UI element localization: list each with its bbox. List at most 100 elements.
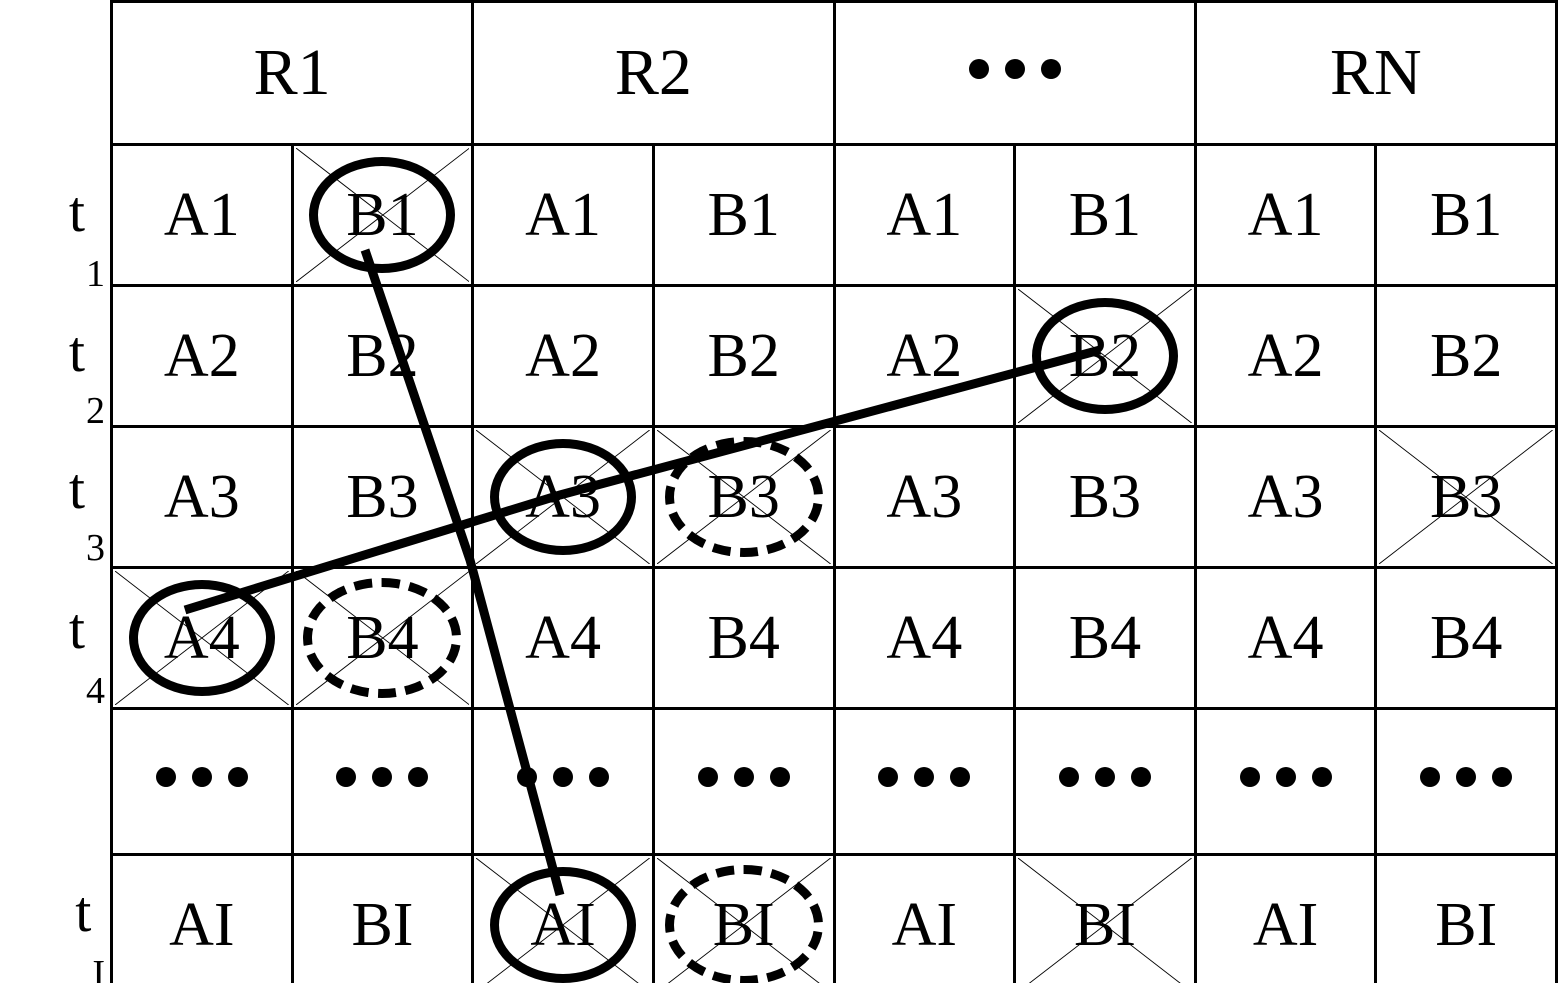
grid-cell-t1-c7[interactable]: A1: [1193, 143, 1378, 287]
cell-label: B4: [346, 604, 419, 672]
cell-label: AI: [169, 891, 235, 959]
cell-label: A3: [525, 463, 601, 531]
grid-cell-t4-c3[interactable]: A4: [471, 566, 655, 710]
grid-cell-tI-c4[interactable]: BI: [651, 853, 836, 983]
cell-label: A2: [886, 322, 963, 390]
grid-cell-tI-c6[interactable]: BI: [1013, 853, 1197, 983]
grid-cell-ellipsis-c8[interactable]: [1374, 707, 1558, 856]
row-label-tI: tI: [0, 840, 105, 983]
grid-cell-t1-c6[interactable]: B1: [1013, 143, 1197, 287]
cell-label: B3: [346, 463, 419, 531]
grid-cell-t1-c8[interactable]: B1: [1374, 143, 1558, 287]
ellipsis-dots: [690, 741, 798, 803]
column-group-header-R2: R2: [471, 0, 836, 146]
cell-label: B4: [1430, 604, 1503, 672]
cell-label: A1: [525, 181, 601, 249]
cell-label: B2: [707, 322, 780, 390]
figure-canvas: t1t2t3t4tI R1 R2 RN A1 B1 A1 B1 A1 B1 A1 B1 A2 B2 A2 B…: [0, 0, 1558, 983]
column-group-header-ellipsis: [832, 0, 1197, 146]
cell-label: B2: [1068, 322, 1142, 390]
grid-cell-t3-c7[interactable]: A3: [1193, 425, 1378, 569]
header-label: RN: [1330, 36, 1422, 109]
grid-cell-t2-c2[interactable]: B2: [290, 284, 475, 428]
grid-cell-t4-c7[interactable]: A4: [1193, 566, 1378, 710]
grid-cell-t1-c1[interactable]: A1: [110, 143, 294, 287]
header-row: R1 R2 RN: [109, 0, 1558, 146]
ellipsis-dots: [961, 32, 1069, 94]
cell-label: AI: [891, 891, 958, 959]
row-label-t3: t3: [0, 420, 105, 567]
grid-cell-tI-c5[interactable]: AI: [832, 853, 1017, 983]
grid-cell-tI-c3[interactable]: AI: [471, 853, 655, 983]
row-label-base: t: [68, 455, 85, 521]
cell-label: A4: [886, 604, 963, 672]
cell-label: AI: [1252, 891, 1319, 959]
grid-cell-ellipsis-c3[interactable]: [471, 707, 655, 856]
table-row: [110, 707, 1558, 856]
ellipsis-dots: [1412, 741, 1520, 803]
cell-label: B1: [1430, 181, 1503, 249]
header-label: R2: [614, 36, 692, 109]
column-group-header-R1: R1: [109, 0, 475, 146]
table-row: A2 B2 A2 B2 A2 B2 A2 B2: [110, 284, 1558, 428]
cell-label: BI: [1435, 891, 1498, 959]
grid-cell-t1-c4[interactable]: B1: [651, 143, 836, 287]
grid-cell-t3-c4[interactable]: B3: [651, 425, 836, 569]
cell-label: A1: [163, 181, 240, 249]
grid-cell-t4-c1[interactable]: A4: [110, 566, 294, 710]
grid-cell-t4-c6[interactable]: B4: [1013, 566, 1197, 710]
grid-cell-t3-c6[interactable]: B3: [1013, 425, 1197, 569]
grid-cell-t4-c5[interactable]: A4: [832, 566, 1017, 710]
ellipsis-dots: [509, 741, 617, 803]
header-label: R1: [253, 36, 331, 109]
cell-label: B3: [707, 463, 780, 531]
cell-label: B4: [707, 604, 780, 672]
row-label-t4: t4: [0, 557, 105, 710]
grid-cell-t4-c8[interactable]: B4: [1374, 566, 1558, 710]
grid-cell-t2-c3[interactable]: A2: [471, 284, 655, 428]
grid-cell-ellipsis-c6[interactable]: [1013, 707, 1197, 856]
grid-cell-t1-c5[interactable]: A1: [832, 143, 1017, 287]
grid-cell-t3-c2[interactable]: B3: [290, 425, 475, 569]
cell-label: A1: [1247, 181, 1324, 249]
grid-cell-t2-c5[interactable]: A2: [832, 284, 1017, 428]
grid-cell-t1-c3[interactable]: A1: [471, 143, 655, 287]
grid-cell-tI-c7[interactable]: AI: [1193, 853, 1378, 983]
table-row: A1 B1 A1 B1 A1 B1 A1 B1: [110, 143, 1558, 287]
cell-label: BI: [712, 891, 775, 959]
grid-cell-t2-c1[interactable]: A2: [110, 284, 294, 428]
cell-label: A1: [886, 181, 963, 249]
row-label-base: t: [68, 178, 85, 244]
grid-cell-t4-c2[interactable]: B4: [290, 566, 475, 710]
grid-cell-ellipsis-c7[interactable]: [1193, 707, 1378, 856]
cell-label: A3: [886, 463, 963, 531]
grid-cell-tI-c8[interactable]: BI: [1374, 853, 1558, 983]
grid-cell-t3-c1[interactable]: A3: [110, 425, 294, 569]
grid-cell-tI-c1[interactable]: AI: [110, 853, 294, 983]
cell-label: B4: [1068, 604, 1142, 672]
grid-cell-t2-c8[interactable]: B2: [1374, 284, 1558, 428]
grid-cell-ellipsis-c4[interactable]: [651, 707, 836, 856]
cell-label: B1: [1068, 181, 1142, 249]
grid-cell-t2-c7[interactable]: A2: [1193, 284, 1378, 428]
grid-cell-t3-c5[interactable]: A3: [832, 425, 1017, 569]
cell-label: B3: [1068, 463, 1142, 531]
grid-cell-t4-c4[interactable]: B4: [651, 566, 836, 710]
ellipsis-dots: [148, 741, 256, 803]
grid-cell-t3-c8[interactable]: B3: [1374, 425, 1558, 569]
grid-cell-ellipsis-c2[interactable]: [290, 707, 475, 856]
row-label-t2: t2: [0, 283, 105, 430]
cell-label: A2: [1247, 322, 1324, 390]
grid-cell-ellipsis-c5[interactable]: [832, 707, 1017, 856]
column-group-header-RN: RN: [1193, 0, 1558, 146]
grid-cell-tI-c2[interactable]: BI: [290, 853, 475, 983]
cell-label: A4: [163, 604, 240, 672]
grid-cell-ellipsis-c1[interactable]: [110, 707, 294, 856]
grid-cell-t3-c3[interactable]: A3: [471, 425, 655, 569]
row-label-t1: t1: [0, 140, 105, 293]
grid-cell-t1-c2[interactable]: B1: [290, 143, 475, 287]
grid-cell-t2-c4[interactable]: B2: [651, 284, 836, 428]
matrix-grid: R1 R2 RN A1 B1 A1 B1 A1 B1 A1 B1 A2 B2 A2 B2 A2 B2 A2 B2 A3…: [109, 0, 1558, 983]
grid-cell-t2-c6[interactable]: B2: [1013, 284, 1197, 428]
row-label-subscript: 4: [86, 670, 105, 712]
